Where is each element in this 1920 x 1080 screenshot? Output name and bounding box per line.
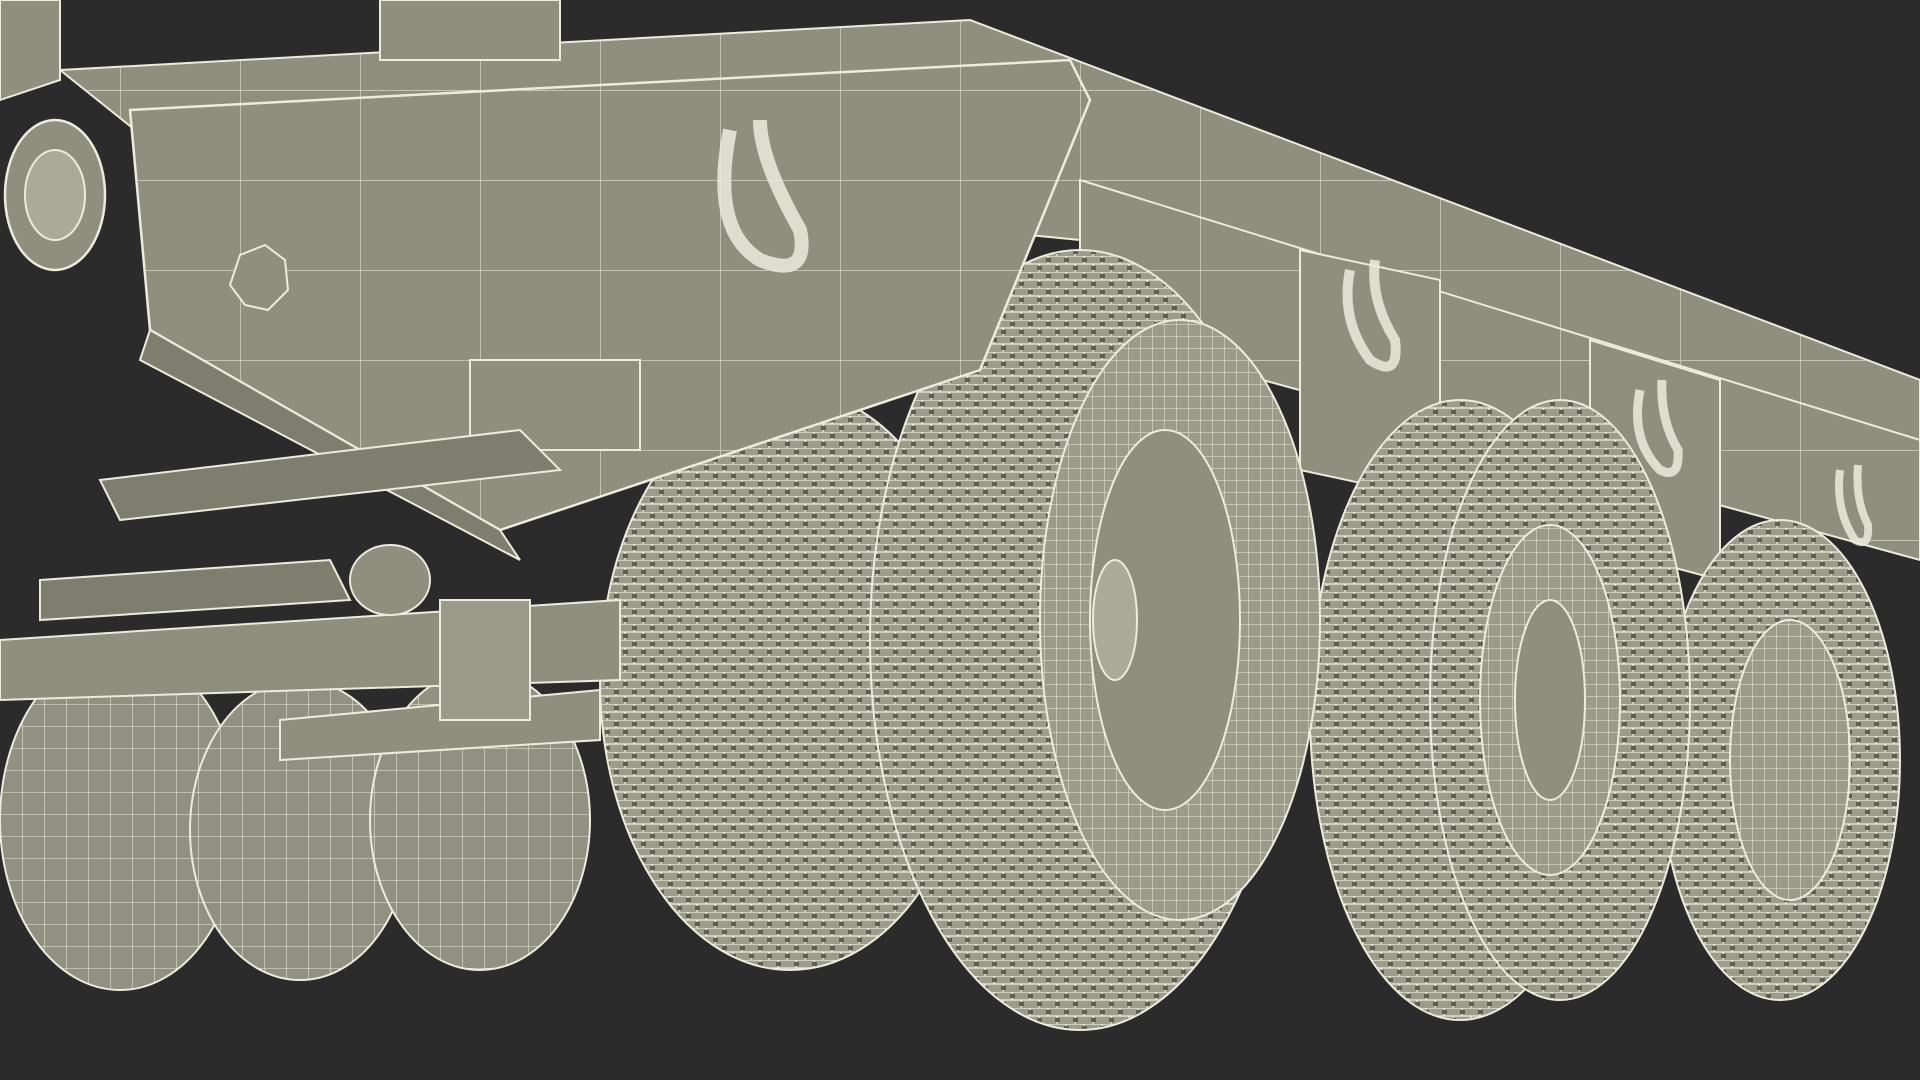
wireframe-render <box>0 0 1920 1080</box>
far-right-wheel <box>1659 519 1901 1001</box>
render-viewport <box>0 0 1920 1080</box>
middle-right-wheel <box>1309 399 1691 1021</box>
